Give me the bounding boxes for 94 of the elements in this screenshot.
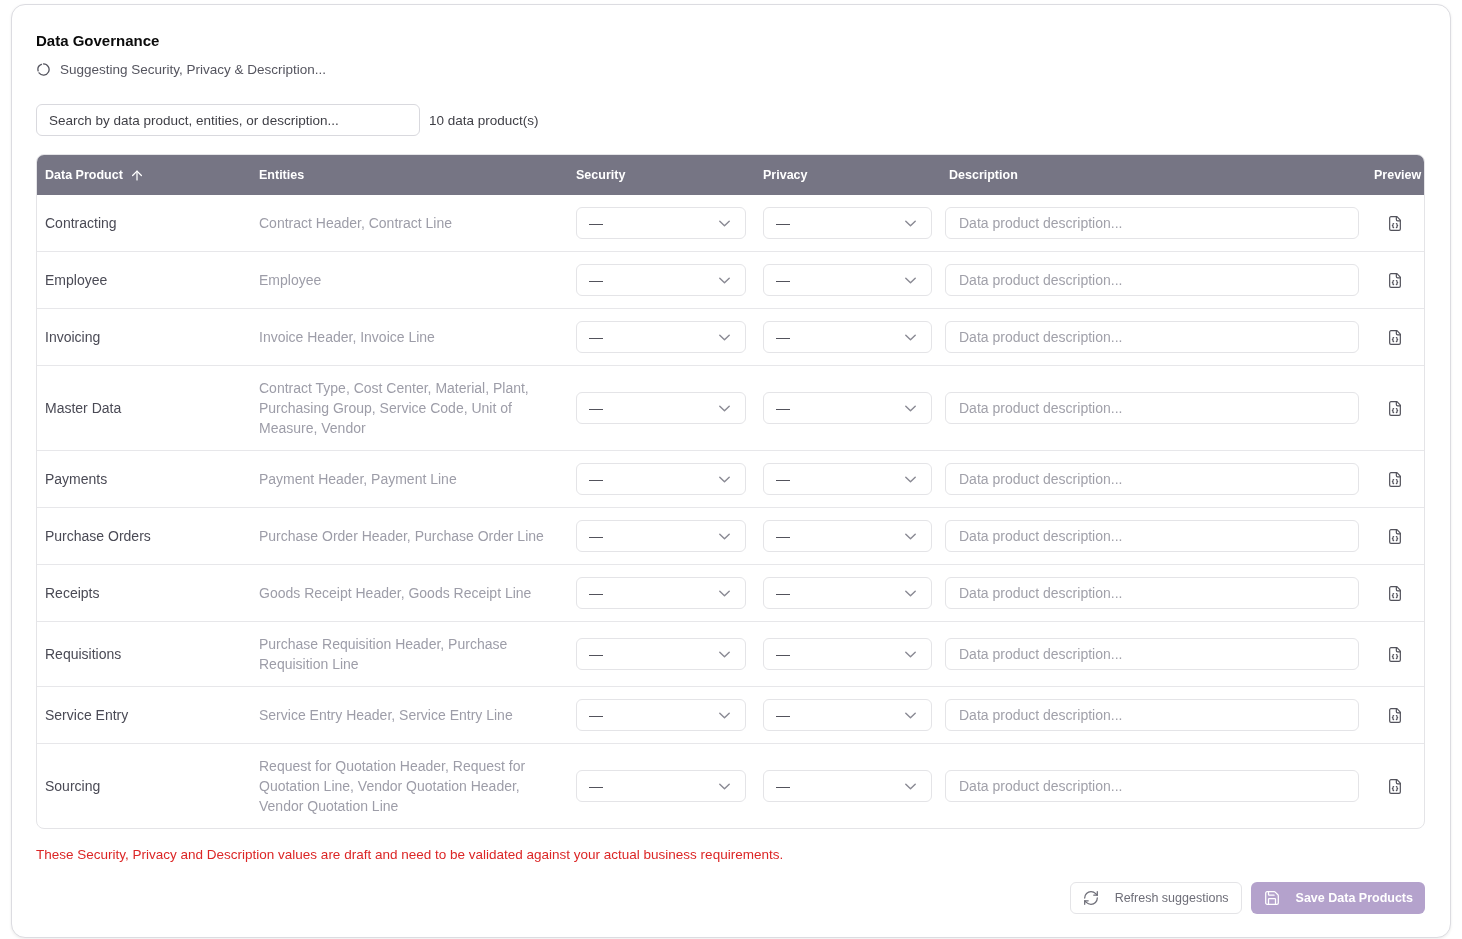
entities-text: Invoice Header, Invoice Line	[259, 328, 435, 347]
description-field[interactable]: Data product description...	[945, 264, 1359, 296]
arrow-up-icon[interactable]	[131, 169, 142, 181]
description-field[interactable]: Data product description...	[945, 577, 1359, 609]
file-braces-icon[interactable]	[1389, 400, 1401, 416]
file-braces-icon[interactable]	[1389, 329, 1401, 345]
privacy-select[interactable]: —	[763, 638, 932, 670]
column-header[interactable]: Data Product	[45, 168, 123, 182]
chevron-down-icon	[905, 589, 916, 597]
product-name: Invoicing	[45, 328, 101, 347]
chevron-down-icon	[905, 782, 916, 790]
description-field[interactable]: Data product description...	[945, 699, 1359, 731]
chevron-down-icon	[905, 532, 916, 540]
security-select[interactable]: —	[576, 207, 746, 239]
chevron-down-icon	[719, 589, 730, 597]
chevron-down-icon	[719, 711, 730, 719]
security-select[interactable]: —	[576, 392, 746, 424]
chevron-down-icon	[719, 333, 730, 341]
entities-text: Employee	[259, 271, 322, 290]
chevron-down-icon	[905, 711, 916, 719]
description-field[interactable]: Data product description...	[945, 520, 1359, 552]
product-name: Service Entry	[45, 706, 129, 725]
search-field[interactable]: Search by data product, entities, or description...	[36, 104, 420, 136]
chevron-down-icon	[719, 650, 730, 658]
privacy-select[interactable]: —	[763, 207, 932, 239]
chevron-down-icon	[719, 404, 730, 412]
chevron-down-icon	[719, 219, 730, 227]
file-braces-icon[interactable]	[1389, 707, 1401, 723]
entities-text: Contract Type, Cost Center, Material, Plant, Purchasing Group, Service Code, Unit of Measure, Vendor	[259, 379, 530, 438]
column-header[interactable]: Security	[576, 168, 626, 182]
privacy-select[interactable]: —	[763, 520, 932, 552]
security-select[interactable]: —	[576, 520, 746, 552]
security-select[interactable]: —	[576, 463, 746, 495]
security-select[interactable]: —	[576, 699, 746, 731]
entities-text: Service Entry Header, Service Entry Line	[259, 706, 513, 725]
product-name: Payments	[45, 470, 108, 489]
product-name: Contracting	[45, 214, 117, 233]
privacy-select[interactable]: —	[763, 463, 932, 495]
product-count: 10 data product(s)	[429, 112, 539, 128]
chevron-down-icon	[905, 650, 916, 658]
chevron-down-icon	[905, 333, 916, 341]
file-braces-icon[interactable]	[1389, 215, 1401, 231]
section-title: Data Governance	[36, 31, 160, 51]
chevron-down-icon	[719, 276, 730, 284]
file-braces-icon[interactable]	[1389, 528, 1401, 544]
description-field[interactable]: Data product description...	[945, 770, 1359, 802]
column-header[interactable]: Description	[949, 168, 1018, 182]
file-braces-icon[interactable]	[1389, 646, 1401, 662]
description-field[interactable]: Data product description...	[945, 321, 1359, 353]
description-field[interactable]: Data product description...	[945, 207, 1359, 239]
warning-text: These Security, Privacy and Description values are draft and need to be validated against your actual business requirements.	[36, 847, 784, 863]
file-braces-icon[interactable]	[1389, 471, 1401, 487]
description-field[interactable]: Data product description...	[945, 392, 1359, 424]
privacy-select[interactable]: —	[763, 264, 932, 296]
privacy-select[interactable]: —	[763, 392, 932, 424]
column-header[interactable]: Entities	[259, 168, 305, 182]
privacy-select[interactable]: —	[763, 770, 932, 802]
chevron-down-icon	[905, 276, 916, 284]
security-select[interactable]: —	[576, 577, 746, 609]
entities-text: Payment Header, Payment Line	[259, 470, 457, 489]
entities-text: Purchase Requisition Header, Purchase Requisition Line	[259, 635, 509, 674]
privacy-select[interactable]: —	[763, 321, 932, 353]
description-field[interactable]: Data product description...	[945, 638, 1359, 670]
security-select[interactable]: —	[576, 638, 746, 670]
file-braces-icon[interactable]	[1389, 272, 1401, 288]
privacy-select[interactable]: —	[763, 699, 932, 731]
chevron-down-icon	[719, 782, 730, 790]
product-name: Master Data	[45, 399, 122, 418]
security-select[interactable]: —	[576, 770, 746, 802]
product-name: Receipts	[45, 584, 100, 603]
entities-text: Contract Header, Contract Line	[259, 214, 452, 233]
entities-text: Purchase Order Header, Purchase Order Line	[259, 527, 544, 546]
chevron-down-icon	[719, 475, 730, 483]
product-name: Requisitions	[45, 645, 122, 664]
save-icon	[1264, 891, 1279, 905]
column-header[interactable]: Preview	[1374, 168, 1422, 182]
file-braces-icon[interactable]	[1389, 585, 1401, 601]
chevron-down-icon	[905, 219, 916, 227]
entities-text: Goods Receipt Header, Goods Receipt Line	[259, 584, 532, 603]
security-select[interactable]: —	[576, 321, 746, 353]
privacy-select[interactable]: —	[763, 577, 932, 609]
chevron-down-icon	[905, 475, 916, 483]
column-header[interactable]: Privacy	[763, 168, 808, 182]
product-name: Purchase Orders	[45, 527, 151, 546]
security-select[interactable]: —	[576, 264, 746, 296]
product-name: Sourcing	[45, 777, 101, 796]
file-braces-icon[interactable]	[1389, 778, 1401, 794]
status-text: Suggesting Security, Privacy & Description...	[60, 61, 327, 77]
chevron-down-icon	[905, 404, 916, 412]
refresh-icon	[1083, 891, 1098, 905]
entities-text: Request for Quotation Header, Request for Quotation Line, Vendor Quotation Header, Vendor Quotation Line	[259, 757, 527, 816]
product-name: Employee	[45, 271, 108, 290]
chevron-down-icon	[719, 532, 730, 540]
description-field[interactable]: Data product description...	[945, 463, 1359, 495]
